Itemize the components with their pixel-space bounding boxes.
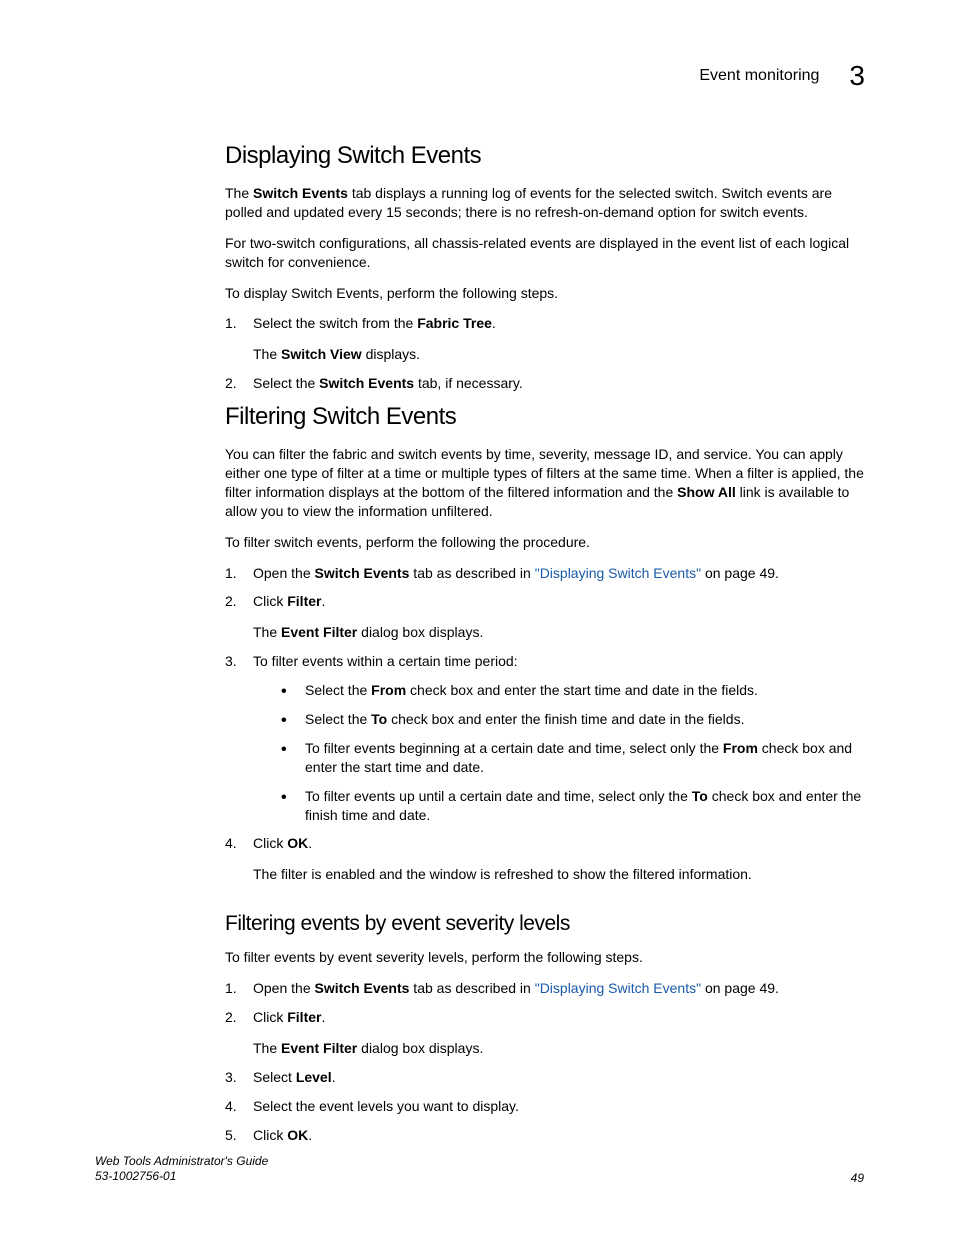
list-item: Open the Switch Events tab as described … (225, 979, 864, 998)
ordered-list: Select the switch from the Fabric Tree. … (225, 314, 864, 393)
paragraph: To display Switch Events, perform the fo… (225, 284, 864, 303)
heading-filtering-by-severity: Filtering events by event severity level… (225, 912, 864, 936)
text: . (332, 1069, 336, 1085)
ordered-list: Open the Switch Events tab as described … (225, 979, 864, 1144)
heading-displaying-switch-events: Displaying Switch Events (225, 142, 864, 170)
text: on page 49. (701, 565, 779, 581)
list-item: Select Level. (225, 1068, 864, 1087)
text: Click (253, 1009, 287, 1025)
bold-text: Switch Events (315, 980, 410, 996)
text: . (321, 1009, 325, 1025)
text: on page 49. (701, 980, 779, 996)
footer-page-number: 49 (851, 1171, 864, 1185)
text: tab as described in (409, 980, 534, 996)
footer-doc-number: 53-1002756-01 (95, 1169, 268, 1185)
bold-text: Event Filter (281, 1040, 357, 1056)
text: dialog box displays. (357, 624, 483, 640)
paragraph: To filter events by event severity level… (225, 948, 864, 967)
text: Open the (253, 565, 315, 581)
text: To filter events within a certain time p… (253, 653, 518, 669)
text: To filter events up until a certain date… (305, 788, 692, 804)
text: tab, if necessary. (414, 375, 523, 391)
text: The (253, 1040, 281, 1056)
text: dialog box displays. (357, 1040, 483, 1056)
chapter-number: 3 (849, 60, 864, 92)
bold-text: Level (296, 1069, 332, 1085)
text: To filter events beginning at a certain … (305, 740, 723, 756)
bold-text: OK (287, 1127, 308, 1143)
list-item: Open the Switch Events tab as described … (225, 564, 864, 583)
bold-text: Show All (677, 484, 736, 500)
text: . (321, 593, 325, 609)
bold-text: From (371, 682, 406, 698)
bold-text: To (371, 711, 387, 727)
page-footer: Web Tools Administrator's Guide 53-10027… (95, 1154, 864, 1185)
list-item: Click Filter. The Event Filter dialog bo… (225, 592, 864, 642)
bold-text: Event Filter (281, 624, 357, 640)
list-item: Select the From check box and enter the … (281, 681, 864, 700)
text: check box and enter the finish time and … (387, 711, 744, 727)
list-item: To filter events within a certain time p… (225, 652, 864, 824)
text: . (308, 835, 312, 851)
text: . (308, 1127, 312, 1143)
text: Select the (305, 682, 371, 698)
paragraph: You can filter the fabric and switch eve… (225, 445, 864, 521)
text: Open the (253, 980, 315, 996)
list-item: Select the switch from the Fabric Tree. … (225, 314, 864, 364)
cross-reference-link[interactable]: "Displaying Switch Events" (535, 980, 701, 996)
paragraph: For two-switch configurations, all chass… (225, 234, 864, 272)
paragraph: To filter switch events, perform the fol… (225, 533, 864, 552)
text: Select the (305, 711, 371, 727)
list-item: Select the Switch Events tab, if necessa… (225, 374, 864, 393)
bold-text: Filter (287, 593, 321, 609)
text: . (492, 315, 496, 331)
list-item: Click Filter. The Event Filter dialog bo… (225, 1008, 864, 1058)
bold-text: Switch View (281, 346, 362, 362)
text: Click (253, 593, 287, 609)
text: Select the (253, 375, 319, 391)
text: Select (253, 1069, 296, 1085)
page-header: Event monitoring 3 (95, 60, 864, 92)
text: Click (253, 1127, 287, 1143)
heading-filtering-switch-events: Filtering Switch Events (225, 403, 864, 431)
text: displays. (362, 346, 420, 362)
bold-text: Switch Events (253, 185, 348, 201)
ordered-list: Open the Switch Events tab as described … (225, 564, 864, 885)
bold-text: To (692, 788, 708, 804)
paragraph: The Switch Events tab displays a running… (225, 184, 864, 222)
list-item: Click OK. (225, 1126, 864, 1145)
list-item: Select the event levels you want to disp… (225, 1097, 864, 1116)
page-content: Displaying Switch Events The Switch Even… (225, 142, 864, 1145)
list-item: Click OK. The filter is enabled and the … (225, 834, 864, 884)
bold-text: Filter (287, 1009, 321, 1025)
bold-text: Switch Events (319, 375, 414, 391)
header-title: Event monitoring (699, 67, 819, 85)
bullet-list: Select the From check box and enter the … (281, 681, 864, 824)
text: The (253, 346, 281, 362)
list-item: To filter events up until a certain date… (281, 787, 864, 825)
text: Select the switch from the (253, 315, 417, 331)
bold-text: From (723, 740, 758, 756)
bold-text: Fabric Tree (417, 315, 492, 331)
footer-guide-title: Web Tools Administrator's Guide (95, 1154, 268, 1170)
cross-reference-link[interactable]: "Displaying Switch Events" (535, 565, 701, 581)
text: The filter is enabled and the window is … (253, 865, 864, 884)
list-item: Select the To check box and enter the fi… (281, 710, 864, 729)
text: The (253, 624, 281, 640)
bold-text: Switch Events (315, 565, 410, 581)
text: check box and enter the start time and d… (406, 682, 758, 698)
text: Click (253, 835, 287, 851)
text: The (225, 185, 253, 201)
list-item: To filter events beginning at a certain … (281, 739, 864, 777)
text: tab as described in (409, 565, 534, 581)
bold-text: OK (287, 835, 308, 851)
